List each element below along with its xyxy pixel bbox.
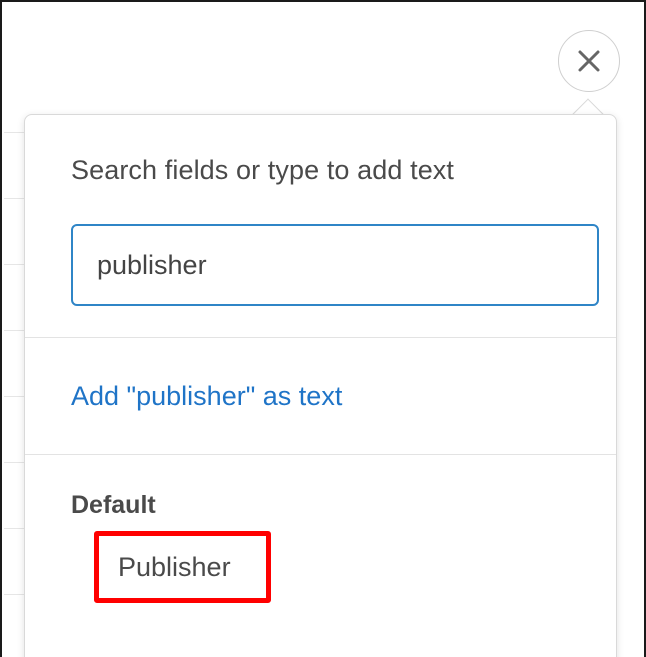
close-button[interactable]: [558, 30, 620, 92]
divider: [25, 454, 616, 455]
field-option-label: Publisher: [118, 551, 231, 582]
search-prompt: Search fields or type to add text: [71, 155, 455, 185]
field-option-publisher[interactable]: Publisher: [94, 531, 271, 603]
add-as-text-link[interactable]: Add "publisher" as text: [71, 381, 342, 412]
close-icon: [578, 50, 600, 72]
field-picker-popover: Search fields or type to add text Add "p…: [24, 114, 617, 657]
section-label-default: Default: [71, 491, 156, 519]
divider: [25, 337, 616, 338]
search-input[interactable]: [71, 224, 599, 306]
